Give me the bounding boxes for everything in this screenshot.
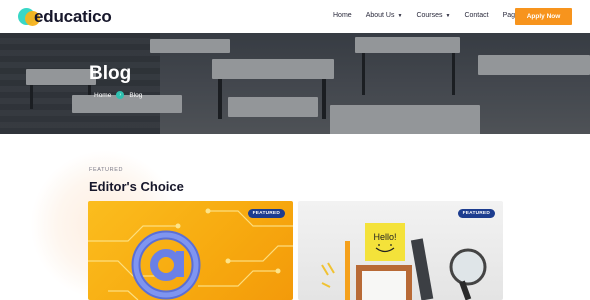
chevron-right-icon: › xyxy=(116,91,125,99)
nav-item-contact[interactable]: Contact xyxy=(464,12,488,19)
nav-item-label: Home xyxy=(333,12,352,19)
page-hero: Blog Home › Blog xyxy=(0,33,590,134)
featured-post-card[interactable]: FEATURED xyxy=(88,201,293,300)
apply-now-button[interactable]: Apply Now xyxy=(515,8,572,25)
nav-item-home[interactable]: Home xyxy=(333,12,352,19)
nav-item-courses[interactable]: Courses ▼ xyxy=(416,12,450,19)
nav-item-label: Courses xyxy=(416,12,443,19)
breadcrumb: Home › Blog xyxy=(94,91,142,99)
nav-item-about-us[interactable]: About Us ▼ xyxy=(366,12,403,19)
section-eyebrow: FEATURED xyxy=(89,167,124,173)
chevron-down-icon: ▼ xyxy=(397,12,403,19)
brand-name: educatico xyxy=(34,7,112,26)
nav-item-label: About Us xyxy=(365,12,395,19)
chevron-down-icon: ▼ xyxy=(445,12,451,19)
at-sign-icon xyxy=(131,230,201,300)
section-title: Editor's Choice xyxy=(89,179,184,194)
breadcrumb-home-link[interactable]: Home xyxy=(94,92,111,99)
nav-item-label: Contact xyxy=(464,12,489,19)
featured-badge: FEATURED xyxy=(247,209,285,218)
featured-badge: FEATURED xyxy=(457,209,495,218)
breadcrumb-current: Blog xyxy=(129,91,143,99)
page-title: Blog xyxy=(89,63,132,84)
main-nav: Home About Us ▼ Courses ▼ Contact Page ▼ xyxy=(333,12,541,19)
site-header: educatico Home About Us ▼ Courses ▼ Cont… xyxy=(0,0,590,33)
featured-post-card[interactable]: Hello! FEATURED xyxy=(298,201,503,300)
sticky-note-text: Hello! xyxy=(373,232,396,242)
brand-logo[interactable]: educatico xyxy=(18,6,118,28)
